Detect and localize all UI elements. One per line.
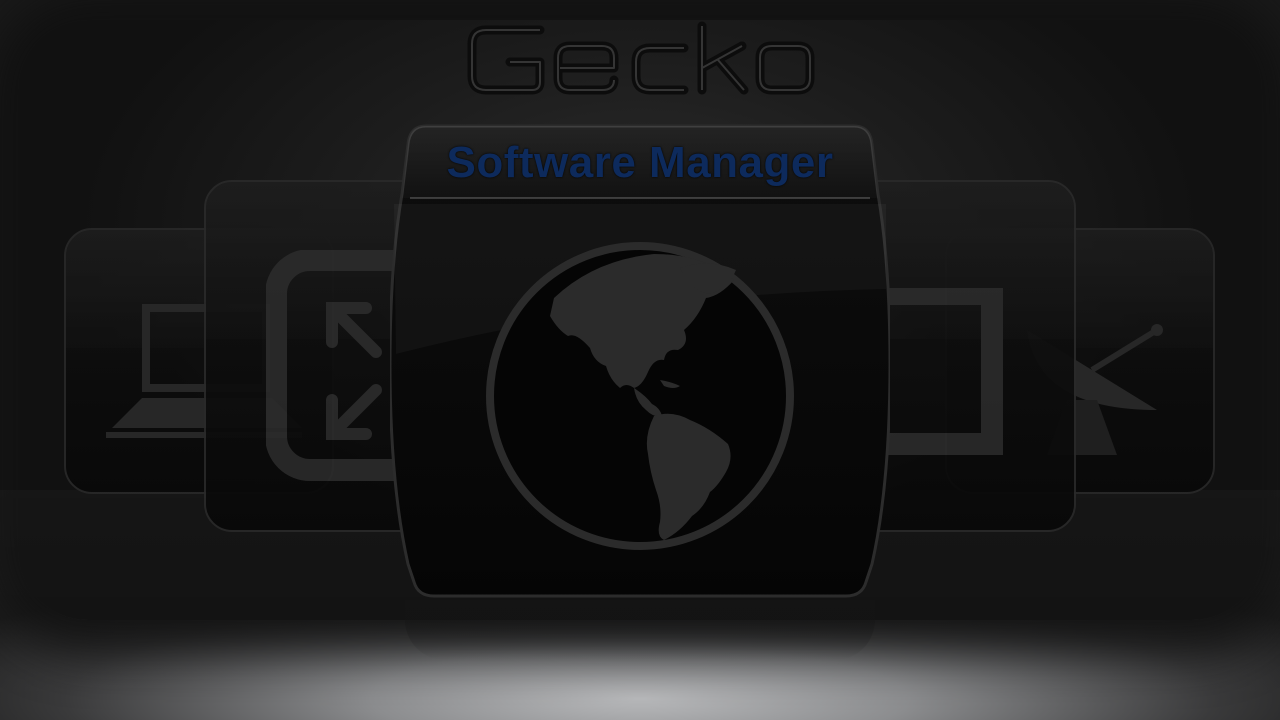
selected-card-reflection (405, 600, 875, 660)
globe-icon (486, 242, 794, 550)
gecko-menu-screen: Software Manager (0, 0, 1280, 720)
selected-item-title: Software Manager (446, 138, 834, 187)
gecko-logo-icon (467, 21, 815, 95)
